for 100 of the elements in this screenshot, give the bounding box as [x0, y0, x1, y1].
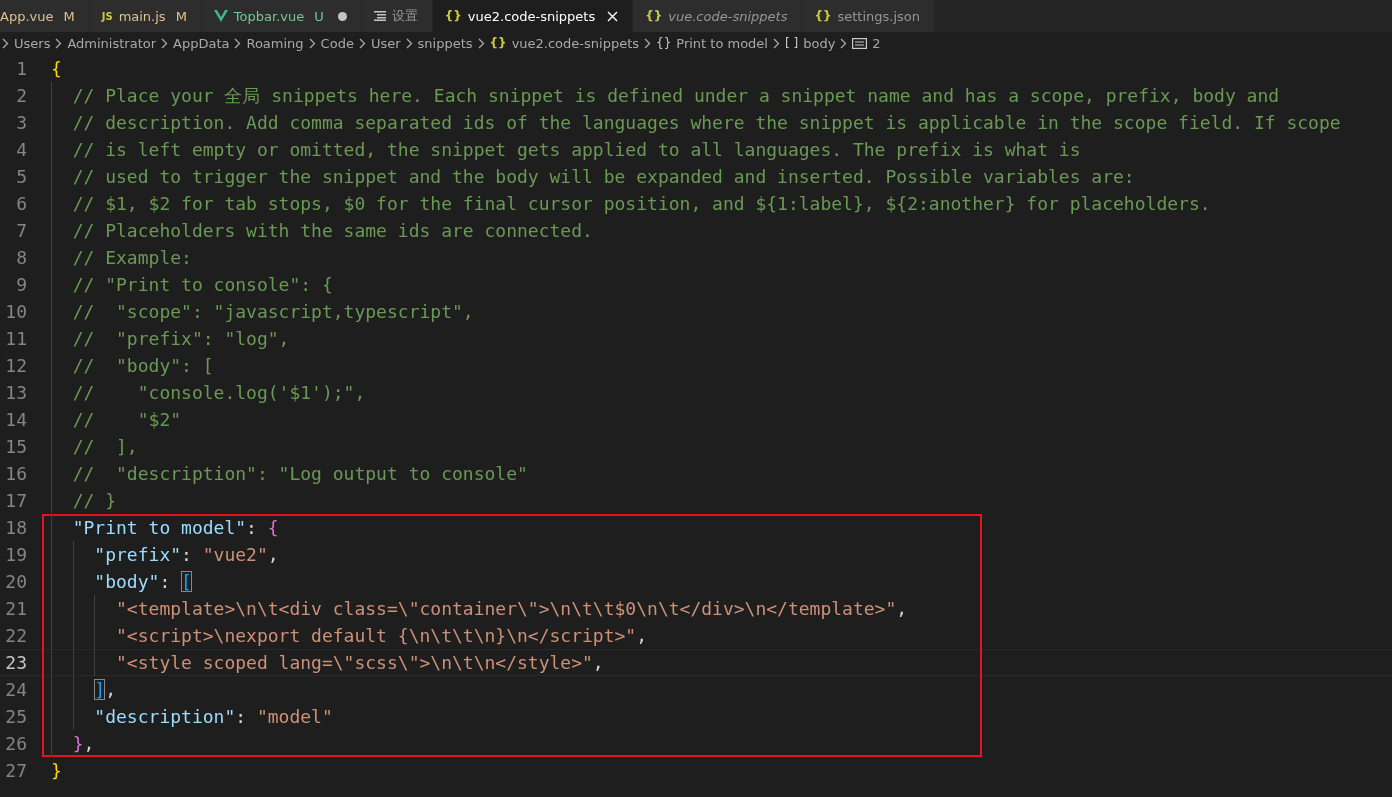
line-number: 3 [15, 112, 27, 133]
chevron-icon [840, 37, 848, 49]
chevron-icon [2, 37, 9, 49]
json-string: "<template>\n\t<div class=\"container\">\n\t\t$0\n\t</div>\n</template>" [116, 598, 897, 619]
punctuation: , [636, 625, 648, 646]
line-number: 16 [4, 463, 27, 484]
breadcrumb-item[interactable]: body [803, 35, 836, 51]
chevron-icon [773, 37, 780, 49]
editor-tab[interactable]: {} vue.code-snippets [633, 0, 803, 32]
code-comment: // $1, $2 for tab stops, $0 for the final cursor position, and ${1:label}, ${2:another} for placeholders. [72, 193, 1211, 214]
js-file-icon: JS [101, 10, 113, 22]
code-comment: // Example: [72, 247, 192, 268]
breadcrumb-item[interactable]: AppData [173, 35, 230, 51]
editor-tab[interactable]: {} settings.json [802, 0, 936, 32]
json-key: "body" [94, 571, 160, 592]
breadcrumb-item[interactable]: snippets [417, 35, 473, 51]
punctuation: : [235, 706, 248, 727]
code-comment: // "body": [ [72, 355, 214, 376]
code-comment: // ], [72, 436, 138, 457]
brackets-icon: [ ] [785, 36, 799, 50]
code-comment: // "description": "Log output to console" [72, 463, 528, 484]
line-number: 7 [15, 220, 27, 241]
line-number: 27 [4, 760, 27, 781]
breadcrumb-item[interactable]: Administrator [67, 35, 157, 51]
code-comment: // description. Add comma separated ids of the languages where the snippet is applicable in the scope field. If scope [72, 112, 1341, 133]
json-key: "Print to model" [72, 517, 247, 538]
line-number: 5 [15, 166, 27, 187]
code-comment: // "prefix": "log", [72, 328, 290, 349]
code-comment: // "$2" [72, 409, 182, 430]
chevron-icon [55, 37, 63, 49]
code-comment: // Place your 全局 snippets here. Each snippet is defined under a snippet name and has a scope, prefix, body and [72, 85, 1280, 106]
breadcrumb-item[interactable]: 2 [872, 35, 881, 51]
json-string: "<style scoped lang=\"scss\">\n\t\n</style>" [116, 652, 593, 673]
breadcrumb-item[interactable]: Users [14, 35, 51, 51]
line-number: 1 [15, 58, 27, 79]
line-number: 20 [4, 571, 27, 592]
braces-icon: {} [656, 36, 672, 50]
braces-icon: {} [645, 9, 663, 23]
brace: } [51, 760, 62, 781]
breadcrumb-item[interactable]: Code [320, 35, 354, 51]
chevron-icon [644, 37, 651, 49]
code-comment: // "Print to console": { [72, 274, 333, 295]
chevron-icon [308, 37, 316, 49]
bracket: ] [94, 679, 106, 700]
brace: { [51, 58, 62, 79]
chevron-icon [161, 37, 169, 49]
punctuation: , [267, 544, 279, 565]
line-number: 17 [4, 490, 27, 511]
braces-icon: {} [814, 9, 832, 23]
breadcrumb-item[interactable]: Roaming [246, 35, 304, 51]
editor-tab[interactable]: JS main.js M [89, 0, 202, 32]
line-number: 9 [15, 274, 27, 295]
punctuation: , [896, 598, 908, 619]
json-string: "<script>\nexport default {\n\t\t\n}\n</script>" [116, 625, 637, 646]
braces-icon: {} [489, 36, 507, 50]
list-icon [373, 11, 386, 21]
bracket: [ [181, 571, 192, 592]
editor-tab[interactable]: {} vue2.code-snippets [432, 0, 634, 32]
editor-tab[interactable]: 设置 [361, 0, 433, 32]
breadcrumb-item[interactable]: User [370, 35, 401, 51]
json-string: "model" [256, 706, 333, 727]
close-icon[interactable] [607, 10, 619, 22]
string-icon [852, 37, 868, 49]
line-number: 4 [15, 139, 27, 160]
code-comment: // used to trigger the snippet and the body will be expanded and inserted. Possible variables are: [72, 166, 1135, 187]
line-number: 22 [4, 625, 27, 646]
punctuation: , [105, 679, 117, 700]
code-comment: // } [72, 490, 117, 511]
chevron-icon [405, 37, 413, 49]
line-number: 19 [4, 544, 27, 565]
chevron-icon [234, 37, 242, 49]
line-number: 26 [4, 733, 27, 754]
punctuation: , [592, 652, 604, 673]
line-number: 10 [4, 301, 27, 322]
punctuation: : [246, 517, 258, 538]
punctuation: , [83, 733, 95, 754]
line-number: 15 [4, 436, 27, 457]
line-number: 23 [4, 652, 27, 673]
line-number: 11 [4, 328, 27, 349]
braces-icon: {} [444, 9, 462, 23]
line-number: 18 [4, 517, 27, 538]
breadcrumb-item[interactable]: vue2.code-snippets [511, 35, 639, 51]
line-number: 25 [4, 706, 27, 727]
line-number: 2 [15, 85, 27, 106]
line-number: 14 [4, 409, 27, 430]
line-number: 24 [4, 679, 27, 700]
line-number: 8 [15, 247, 27, 268]
line-number: 12 [4, 355, 27, 376]
breadcrumb-item[interactable]: Print to model [676, 35, 768, 51]
editor-tab[interactable]: Topbar.vue U [201, 0, 362, 32]
punctuation: : [159, 571, 172, 592]
brace: } [72, 733, 84, 754]
code-comment: // "console.log('$1');", [72, 382, 366, 403]
line-number: 6 [15, 193, 27, 214]
editor-tab[interactable]: App.vue M [0, 0, 90, 32]
vue-logo-icon [213, 10, 228, 22]
line-number: 21 [4, 598, 27, 619]
punctuation: : [181, 544, 193, 565]
code-comment: // Placeholders with the same ids are connected. [72, 220, 593, 241]
code-comment: // is left empty or omitted, the snippet gets applied to all languages. The prefix is what is [72, 139, 1081, 160]
